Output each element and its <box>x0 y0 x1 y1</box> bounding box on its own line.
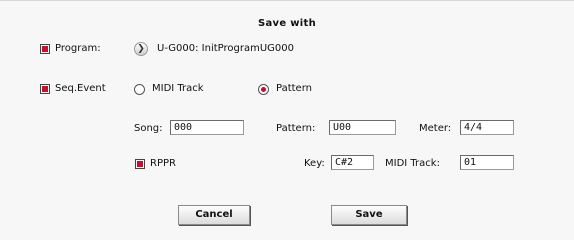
save-button[interactable]: Save <box>331 205 407 225</box>
checkbox-mark <box>137 161 143 167</box>
program-label: Program: <box>55 43 101 54</box>
key-label: Key: <box>304 158 325 169</box>
meter-label: Meter: <box>419 123 452 134</box>
pattern-radio[interactable] <box>258 84 269 95</box>
radio-selected-dot <box>261 87 266 92</box>
midi-track-field[interactable]: 01 <box>460 155 514 170</box>
program-checkbox[interactable] <box>40 44 50 54</box>
checkbox-mark <box>42 86 48 92</box>
song-label: Song: <box>134 123 163 134</box>
pattern-label: Pattern: <box>276 123 316 134</box>
midi-track-radio[interactable] <box>134 84 145 95</box>
pattern-radio-label: Pattern <box>276 83 312 94</box>
rppr-checkbox[interactable] <box>135 159 145 169</box>
seq-event-checkbox[interactable] <box>40 84 50 94</box>
midi-track-radio-label: MIDI Track <box>152 83 204 94</box>
save-with-dialog: Save with Program: ❯ U-G000: InitProgram… <box>0 0 574 240</box>
rppr-label: RPPR <box>150 158 176 169</box>
program-value[interactable]: U-G000: InitProgramUG000 <box>157 43 294 54</box>
program-select-arrow-icon[interactable]: ❯ <box>134 42 148 56</box>
key-field[interactable]: C#2 <box>331 155 374 170</box>
dialog-title: Save with <box>258 18 316 29</box>
seq-event-label: Seq.Event <box>55 83 106 94</box>
checkbox-mark <box>42 46 48 52</box>
pattern-field[interactable]: U00 <box>329 120 396 135</box>
midi-track-label: MIDI Track: <box>385 158 440 169</box>
cancel-button[interactable]: Cancel <box>178 205 250 225</box>
song-field[interactable]: 000 <box>170 120 244 135</box>
meter-field[interactable]: 4/4 <box>460 120 514 135</box>
